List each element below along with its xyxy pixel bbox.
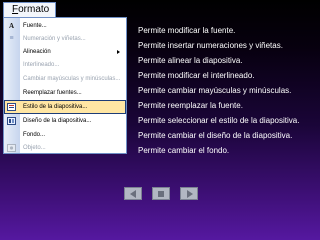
triangle-left-icon xyxy=(130,190,136,198)
menu-item-fuente[interactable]: A Fuente... xyxy=(4,19,126,33)
description-diseno: Permite cambiar el diseño de la diaposit… xyxy=(138,131,293,140)
format-menu-title-rest: ormato xyxy=(18,4,50,15)
description-mayusculas: Permite cambiar mayúsculas y minúsculas. xyxy=(138,86,292,95)
menu-item-interlineado[interactable]: Interlineado... xyxy=(4,58,126,72)
menu-item-label: Objeto... xyxy=(23,145,46,151)
font-A-icon: A xyxy=(8,22,15,30)
menu-item-label: Estilo de la diapositiva... xyxy=(23,104,88,110)
menu-item-reemplazar-fuentes[interactable]: Reemplazar fuentes... xyxy=(4,86,126,100)
previous-slide-button[interactable] xyxy=(124,187,142,200)
format-menu-title[interactable]: Formato xyxy=(3,2,56,17)
menu-item-objeto[interactable]: Objeto... xyxy=(4,141,126,153)
object-icon xyxy=(7,144,16,152)
next-slide-button[interactable] xyxy=(180,187,198,200)
description-fondo: Permite cambiar el fondo. xyxy=(138,146,230,155)
description-alineacion: Permite alinear la diapositiva. xyxy=(138,56,243,65)
menu-item-numeracion[interactable]: ≡ Numeración y viñetas... xyxy=(4,32,126,46)
slide-style-icon xyxy=(7,103,16,111)
menu-item-label: Reemplazar fuentes... xyxy=(23,90,82,96)
description-numeracion: Permite insertar numeraciones y viñetas. xyxy=(138,41,283,50)
menu-item-estilo-diapositiva[interactable]: Estilo de la diapositiva... xyxy=(4,100,126,114)
home-square-icon xyxy=(158,191,164,197)
menu-item-label: Numeración y viñetas... xyxy=(23,36,86,42)
description-reemplazar-fuente: Permite reemplazar la fuente. xyxy=(138,101,243,110)
numbering-icon: ≡ xyxy=(9,35,14,42)
triangle-right-icon xyxy=(187,190,193,198)
menu-item-alineacion[interactable]: Alineación xyxy=(4,45,126,59)
home-button[interactable] xyxy=(152,187,170,200)
menu-item-label: Diseño de la diapositiva... xyxy=(23,118,92,124)
description-interlineado: Permite modificar el interlineado. xyxy=(138,71,255,80)
menu-item-label: Fondo... xyxy=(23,132,46,138)
menu-item-label: Alineación xyxy=(23,49,51,55)
align-icon xyxy=(7,48,16,56)
description-fuente: Permite modificar la fuente. xyxy=(138,26,236,35)
menu-item-fondo[interactable]: Fondo... xyxy=(4,128,126,142)
format-menu-dropdown: A Fuente... ≡ Numeración y viñetas... Al… xyxy=(3,17,127,154)
background-icon xyxy=(7,131,16,139)
menu-item-label: Cambiar mayúsculas y minúsculas... xyxy=(23,76,121,82)
submenu-arrow-icon xyxy=(117,50,120,54)
menu-item-label: Fuente... xyxy=(23,23,47,29)
menu-item-cambiar-mayusculas[interactable]: Cambiar mayúsculas y minúsculas... xyxy=(4,72,126,86)
menu-item-diseno-diapositiva[interactable]: Diseño de la diapositiva... xyxy=(4,114,126,128)
menu-item-label: Interlineado... xyxy=(23,62,60,68)
description-estilo: Permite seleccionar el estilo de la diap… xyxy=(138,116,300,125)
change-case-icon xyxy=(7,75,16,83)
line-spacing-icon xyxy=(7,61,16,69)
slide-layout-icon xyxy=(7,117,16,125)
replace-fonts-icon xyxy=(7,89,16,97)
